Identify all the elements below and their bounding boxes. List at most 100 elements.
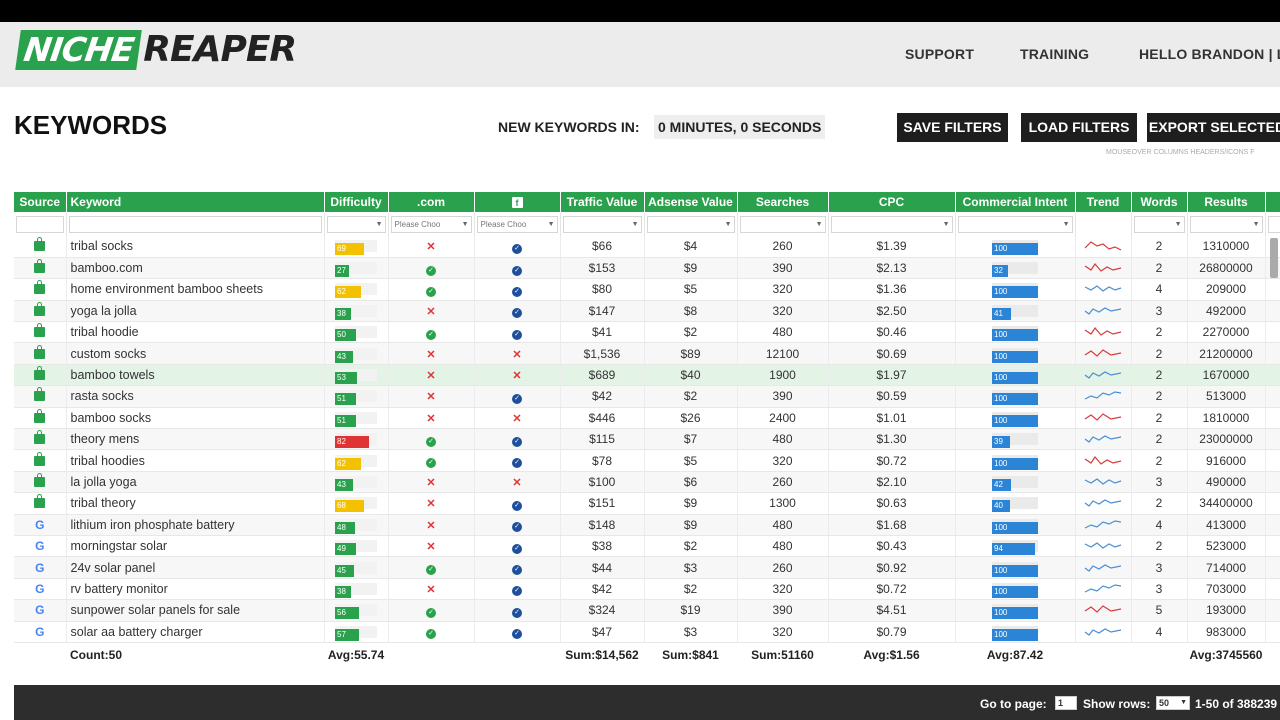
trend-cell — [1075, 428, 1132, 451]
col-header-difficulty[interactable]: Difficulty — [324, 192, 389, 212]
searches-cell: 320 — [737, 278, 829, 301]
filter-difficulty-select[interactable]: ▼ — [326, 215, 386, 233]
col-header-commercial-intent[interactable]: Commercial Intent — [955, 192, 1076, 212]
export-selected-button[interactable]: EXPORT SELECTED — [1147, 113, 1280, 142]
table-row[interactable]: G 24v solar panel 45 ✓ ✓ $44 $3 260 $0.92 100 3 714… — [14, 556, 1280, 579]
extra-cell: 2/ — [1265, 385, 1280, 408]
col-header-searches[interactable]: Searches — [737, 192, 829, 212]
table-row[interactable]: tribal hoodie 50 ✓ ✓ $41 $2 480 $0.46 100 2 227000… — [14, 321, 1280, 344]
commercial-intent-bar: 42 — [992, 475, 1038, 491]
summary-count: Count:50 — [66, 641, 324, 667]
google-icon: G — [35, 517, 45, 532]
filter-ci-select[interactable]: ▼ — [957, 215, 1073, 233]
keyword-cell[interactable]: tribal theory — [66, 492, 325, 515]
col-header-trend[interactable]: Trend — [1075, 192, 1132, 212]
keyword-cell[interactable]: theory mens — [66, 428, 325, 451]
table-row[interactable]: bamboo.com27✓✓$153$9390$2.13322268000002… — [14, 257, 1280, 280]
summary-results: Avg:3745560 — [1187, 641, 1265, 667]
trend-sparkline — [1084, 455, 1122, 465]
filter-words-select[interactable]: ▼ — [1133, 215, 1185, 233]
filter-adsense-select[interactable]: ▼ — [646, 215, 735, 233]
col-header-extra[interactable]: A — [1265, 192, 1280, 212]
col-header-facebook[interactable]: f — [474, 192, 561, 212]
col-header-adsense-value[interactable]: Adsense Value — [644, 192, 738, 212]
table-row[interactable]: Gsolar aa battery charger 57 ✓ ✓ $47 $3 320 $0.… — [14, 621, 1280, 643]
keyword-cell[interactable]: bamboo towels — [66, 364, 325, 387]
filter-facebook-select[interactable]: Please Choo ▼ — [476, 215, 558, 233]
unavailable-x-icon: ✕ — [426, 541, 436, 554]
table-row[interactable]: Gmorningstar solar 49 ✕ ✓ $38 $2 480 $0.43 94 2 52… — [14, 535, 1280, 558]
table-row[interactable]: Gsunpower solar panels for sale 56 ✓ ✓ $324 $… — [14, 599, 1280, 622]
cpc-cell: $0.46 — [828, 321, 956, 344]
keyword-cell[interactable]: la jolla yoga — [66, 471, 325, 494]
col-header-traffic-value[interactable]: Traffic Value — [560, 192, 645, 212]
nav-support-link[interactable]: SUPPORT — [905, 46, 974, 62]
filter-searches-select[interactable]: ▼ — [739, 215, 826, 233]
table-row[interactable]: rasta socks 51 ✕ ✓ $42$2390$0.59 100 25130002/ — [14, 385, 1280, 408]
keyword-cell[interactable]: tribal hoodies — [66, 449, 325, 472]
table-row[interactable]: Glithium iron phosphate battery 48 ✕ ✓ $148 $… — [14, 514, 1280, 536]
keyword-cell[interactable]: bamboo.com — [66, 257, 325, 280]
keyword-cell[interactable]: morningstar solar — [66, 535, 325, 558]
com-availability-cell: ✓ — [388, 556, 475, 579]
goto-page-input[interactable]: 1 — [1055, 696, 1077, 710]
table-row[interactable]: tribal hoodies 62 ✓ ✓ $78 $5 320 $0.72 100 2 91600… — [14, 449, 1280, 472]
difficulty-cell: 38 — [324, 300, 389, 323]
nav-user-greeting[interactable]: HELLO BRANDON | L — [1139, 46, 1280, 62]
available-check-icon: ✓ — [426, 629, 436, 640]
traffic-value-cell: $78 — [560, 449, 645, 472]
searches-cell: 320 — [737, 578, 829, 601]
keyword-cell[interactable]: lithium iron phosphate battery — [66, 514, 325, 536]
save-filters-button[interactable]: SAVE FILTERS — [897, 113, 1008, 142]
available-check-icon: ✓ — [426, 436, 436, 447]
col-header-words[interactable]: Words — [1131, 192, 1188, 212]
difficulty-bar: 38 — [335, 582, 377, 598]
keyword-cell[interactable]: solar aa battery charger — [66, 621, 325, 643]
filter-keyword-input[interactable] — [68, 215, 322, 233]
available-check-icon: ✓ — [512, 243, 522, 254]
filter-source-input[interactable] — [16, 215, 64, 233]
filter-traffic-select[interactable]: ▼ — [562, 215, 642, 233]
nav-training-link[interactable]: TRAINING — [1020, 46, 1089, 62]
keyword-cell[interactable]: yoga la jolla — [66, 300, 325, 323]
filter-results-select[interactable]: ▼ — [1189, 215, 1263, 233]
keyword-cell[interactable]: home environment bamboo sheets — [66, 278, 325, 301]
trend-cell — [1075, 278, 1132, 301]
nichereaper-logo[interactable]: NICHE REAPER — [15, 30, 297, 70]
col-header-keyword[interactable]: Keyword — [66, 192, 325, 212]
vertical-scrollbar[interactable] — [1270, 238, 1278, 278]
filter-cpc-select[interactable]: ▼ — [830, 215, 953, 233]
row-range-text: 1-50 of 388239 — [1195, 697, 1278, 711]
keyword-cell[interactable]: tribal socks — [66, 236, 325, 258]
keyword-cell[interactable]: bamboo socks — [66, 407, 325, 430]
keyword-cell[interactable]: custom socks — [66, 342, 325, 365]
table-row[interactable]: bamboo socks 51 ✕ ✕ $446 $26 2400 $1.01 100 2 1810… — [14, 407, 1280, 430]
keyword-cell[interactable]: rasta socks — [66, 385, 325, 408]
table-row[interactable]: yoga la jolla 38 ✕ ✓ $147 $8 320 $2.50 41 3 492000… — [14, 300, 1280, 323]
col-header-com[interactable]: .com — [388, 192, 475, 212]
results-cell: 1310000 — [1187, 236, 1266, 258]
table-row[interactable]: la jolla yoga 43 ✕ ✕ $100 $6 260 $2.10 42 3 490000… — [14, 471, 1280, 494]
table-row[interactable]: theory mens 82 ✓ ✓ $115 $7 480 $1.30 39 2 23000000… — [14, 428, 1280, 451]
table-row[interactable]: Grv battery monitor 38 ✕ ✓ $42 $2 320 $0.72 100 3… — [14, 578, 1280, 601]
keyword-cell[interactable]: sunpower solar panels for sale — [66, 599, 325, 622]
table-row[interactable]: tribal socks 69 ✕ ✓ $66 $4 260 $1.39 100 2 1310000… — [14, 236, 1280, 258]
cpc-cell: $0.43 — [828, 535, 956, 558]
filter-com-select[interactable]: Please Choo ▼ — [390, 215, 472, 233]
difficulty-bar: 53 — [335, 369, 377, 385]
load-filters-button[interactable]: LOAD FILTERS — [1021, 113, 1137, 142]
keyword-cell[interactable]: tribal hoodie — [66, 321, 325, 344]
keyword-cell[interactable]: rv battery monitor — [66, 578, 325, 601]
table-row[interactable]: bamboo towels 53 ✕ ✕ $689 $40 1900 $1.97 100 2 167… — [14, 364, 1280, 387]
col-header-cpc[interactable]: CPC — [828, 192, 956, 212]
table-row[interactable]: tribal theory 68 ✕ ✓ $151 $9 1300 $0.63 40 2 34400… — [14, 492, 1280, 515]
show-rows-select[interactable]: 50 ▼ — [1156, 696, 1190, 710]
col-header-results[interactable]: Results — [1187, 192, 1266, 212]
chevron-down-icon: ▼ — [815, 220, 823, 228]
table-row[interactable]: home environment bamboo sheets 62 ✓ ✓ $80 $5 3… — [14, 278, 1280, 301]
col-header-source[interactable]: Source — [14, 192, 67, 212]
keyword-cell[interactable]: 24v solar panel — [66, 556, 325, 579]
table-row[interactable]: custom socks 43 ✕ ✕ $1,536 $89 12100 $0.69 100 2 2… — [14, 342, 1280, 365]
filter-extra-input[interactable] — [1267, 215, 1280, 233]
commercial-intent-value: 100 — [992, 607, 1038, 620]
